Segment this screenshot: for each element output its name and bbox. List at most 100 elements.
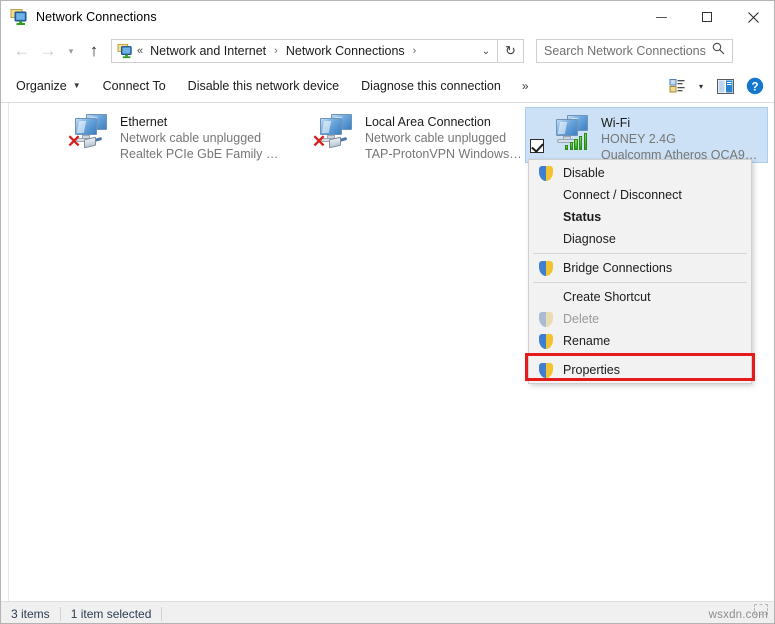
connect-to-button[interactable]: Connect To bbox=[92, 73, 177, 99]
disable-network-device-button[interactable]: Disable this network device bbox=[177, 73, 350, 99]
view-options-dropdown[interactable]: ▾ bbox=[692, 73, 710, 99]
command-bar-right: ▾ ? bbox=[662, 69, 770, 103]
connection-item-local-area-connection[interactable]: ✕ Local Area Connection Network cable un… bbox=[290, 107, 528, 163]
menu-item-create-shortcut[interactable]: Create Shortcut bbox=[529, 286, 751, 308]
menu-item-connect-disconnect[interactable]: Connect / Disconnect bbox=[529, 184, 751, 206]
organize-button[interactable]: Organize ▼ bbox=[5, 73, 92, 99]
status-bar: 3 items 1 item selected bbox=[1, 601, 774, 623]
breadcrumb-separator-2[interactable]: › bbox=[407, 45, 423, 57]
menu-icon-placeholder bbox=[535, 208, 557, 226]
context-menu: Disable Connect / Disconnect Status Diag… bbox=[528, 159, 752, 384]
menu-item-label: Diagnose bbox=[563, 232, 616, 246]
chevron-down-icon: ▼ bbox=[72, 81, 81, 90]
help-icon[interactable]: ? bbox=[740, 73, 770, 99]
breadcrumb-overflow[interactable]: « bbox=[133, 45, 148, 57]
menu-separator bbox=[533, 355, 747, 356]
status-divider bbox=[161, 606, 163, 621]
breadcrumb-separator-1[interactable]: › bbox=[268, 45, 284, 57]
connect-to-label: Connect To bbox=[102, 78, 166, 93]
window-title: Network Connections bbox=[36, 10, 157, 24]
network-adapter-disconnected-icon: ✕ bbox=[311, 111, 361, 159]
search-input[interactable]: Search Network Connections bbox=[544, 44, 712, 58]
back-button[interactable]: ← bbox=[9, 38, 35, 64]
minimize-button[interactable] bbox=[638, 1, 684, 33]
address-bar-icon bbox=[117, 43, 133, 59]
menu-item-rename[interactable]: Rename bbox=[529, 330, 751, 352]
menu-item-label: Connect / Disconnect bbox=[563, 188, 682, 202]
refresh-button[interactable]: ↻ bbox=[498, 39, 524, 63]
menu-item-label: Status bbox=[563, 210, 602, 224]
checkbox-wrapper-local-area-connection[interactable] bbox=[294, 111, 311, 167]
connection-text-wifi: Wi-Fi HONEY 2.4G Qualcomm Atheros QCA937… bbox=[601, 112, 763, 163]
menu-item-status[interactable]: Status bbox=[529, 206, 751, 228]
wireless-adapter-icon bbox=[547, 112, 597, 160]
breadcrumb-network-connections[interactable]: Network Connections bbox=[284, 44, 407, 58]
navigation-bar: ← → ▾ ↑ « Network and Internet › Network… bbox=[1, 33, 774, 69]
breadcrumb-network-and-internet[interactable]: Network and Internet bbox=[148, 44, 268, 58]
command-overflow-button[interactable]: » bbox=[512, 79, 539, 93]
connection-adapter: TAP-ProtonVPN Windows Ad... bbox=[365, 147, 524, 161]
diagnose-label: Diagnose this connection bbox=[361, 78, 501, 93]
search-box[interactable]: Search Network Connections bbox=[536, 39, 733, 63]
organize-label: Organize bbox=[16, 78, 67, 93]
connection-name: Wi-Fi bbox=[601, 116, 631, 130]
network-adapter-disconnected-icon: ✕ bbox=[66, 111, 116, 159]
shield-icon bbox=[535, 332, 557, 350]
rj45-connector-icon bbox=[327, 136, 348, 149]
watermark-text: wsxdn.com bbox=[708, 609, 768, 621]
menu-item-label: Disable bbox=[563, 166, 605, 180]
connection-text-local-area-connection: Local Area Connection Network cable unpl… bbox=[365, 111, 524, 162]
address-history-dropdown[interactable]: ⌄ bbox=[475, 40, 497, 62]
diagnose-connection-button[interactable]: Diagnose this connection bbox=[350, 73, 512, 99]
maximize-button[interactable] bbox=[684, 1, 730, 33]
search-icon bbox=[712, 42, 725, 60]
connection-text-ethernet: Ethernet Network cable unplugged Realtek… bbox=[120, 111, 279, 162]
title-bar: Network Connections bbox=[1, 1, 774, 33]
menu-item-disable[interactable]: Disable bbox=[529, 162, 751, 184]
menu-item-properties[interactable]: Properties bbox=[529, 359, 751, 381]
item-count-label: 3 items bbox=[11, 606, 50, 621]
menu-item-bridge-connections[interactable]: Bridge Connections bbox=[529, 257, 751, 279]
error-x-icon: ✕ bbox=[66, 132, 82, 151]
menu-icon-placeholder bbox=[535, 230, 557, 248]
shield-icon bbox=[535, 310, 557, 328]
shield-icon bbox=[535, 361, 557, 379]
error-x-icon: ✕ bbox=[311, 132, 327, 151]
connection-item-ethernet[interactable]: ✕ Ethernet Network cable unplugged Realt… bbox=[45, 107, 283, 163]
item-checkbox[interactable] bbox=[530, 139, 544, 153]
checkbox-wrapper-ethernet[interactable] bbox=[49, 111, 66, 167]
address-bar[interactable]: « Network and Internet › Network Connect… bbox=[111, 39, 498, 63]
shield-icon bbox=[535, 259, 557, 277]
menu-separator bbox=[533, 282, 747, 283]
recent-locations-button[interactable]: ▾ bbox=[61, 38, 81, 64]
menu-item-diagnose[interactable]: Diagnose bbox=[529, 228, 751, 250]
connection-status: Network cable unplugged bbox=[120, 131, 262, 145]
network-connections-window: Network Connections ← → ▾ ↑ « Network an… bbox=[0, 0, 775, 624]
menu-icon-placeholder bbox=[535, 186, 557, 204]
command-bar: Organize ▼ Connect To Disable this netwo… bbox=[1, 69, 774, 103]
svg-text:?: ? bbox=[751, 81, 758, 93]
network-connections-icon bbox=[10, 8, 28, 26]
connection-item-wifi[interactable]: Wi-Fi HONEY 2.4G Qualcomm Atheros QCA937… bbox=[525, 107, 768, 163]
window-controls bbox=[638, 1, 774, 33]
menu-item-label: Create Shortcut bbox=[563, 290, 651, 304]
rj45-connector-icon bbox=[82, 136, 103, 149]
menu-item-label: Bridge Connections bbox=[563, 261, 673, 275]
connection-adapter: Realtek PCIe GbE Family Cont... bbox=[120, 147, 279, 161]
menu-icon-placeholder bbox=[535, 288, 557, 306]
connection-name: Ethernet bbox=[120, 115, 168, 129]
view-options-icon[interactable] bbox=[662, 73, 692, 99]
up-button[interactable]: ↑ bbox=[81, 38, 107, 64]
connection-name: Local Area Connection bbox=[365, 115, 491, 129]
disable-device-label: Disable this network device bbox=[187, 78, 340, 93]
connection-status: Network cable unplugged bbox=[365, 131, 507, 145]
preview-pane-icon[interactable] bbox=[710, 73, 740, 99]
menu-item-label: Rename bbox=[563, 334, 611, 348]
forward-button[interactable]: → bbox=[35, 38, 61, 64]
menu-separator bbox=[533, 253, 747, 254]
close-button[interactable] bbox=[730, 1, 774, 33]
menu-item-label: Properties bbox=[563, 363, 620, 377]
menu-item-delete: Delete bbox=[529, 308, 751, 330]
menu-item-label: Delete bbox=[563, 312, 600, 326]
connection-status: HONEY 2.4G bbox=[601, 132, 676, 146]
